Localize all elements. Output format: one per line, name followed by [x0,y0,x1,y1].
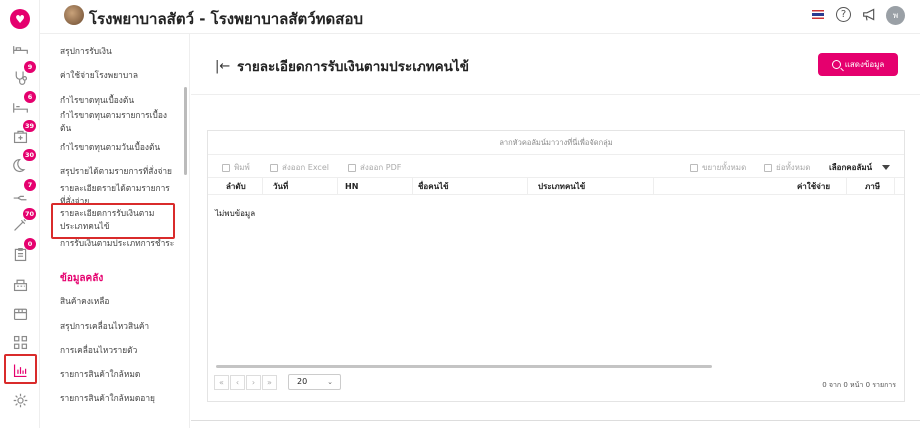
column-header[interactable]: วันที่ [263,178,338,195]
stethoscope-icon[interactable]: 9 [10,61,36,87]
clinic-bed-icon[interactable]: 6 [10,91,36,117]
expand-icon [690,163,698,172]
last-page-button[interactable]: » [262,374,277,390]
choose-columns-button[interactable]: เลือกคอลัมน์ [829,161,891,174]
main-content: |← รายละเอียดการรับเงินตามประเภทคนไข้ แส… [191,34,920,428]
menu-item[interactable]: กำไรขาดทุนตามวันเบื้องต้น [60,141,175,154]
column-header[interactable]: ประเภทคนไข้ [528,178,654,195]
excel-icon [270,163,278,172]
medicine-box-icon[interactable]: 39 [10,120,36,146]
group-drop-area[interactable]: ลากหัวคอลัมน์มาวางที่นี่เพื่อจัดกลุ่ม [208,131,904,155]
clipboard-icon[interactable]: 0 [10,238,36,264]
menu-item[interactable]: สรุปรายได้ตามรายการที่สั่งจ่าย [60,165,175,178]
top-bar: โรงพยาบาลสัตว์ - โรงพยาบาลสัตว์ทดสอบ ? พ [40,0,920,34]
column-header[interactable]: ภาษี [847,178,895,195]
collapse-icon [764,163,772,172]
hand-icon[interactable]: 7 [10,179,36,205]
column-header[interactable]: ชื่อคนไข้ [413,178,528,195]
page-size-value: 20 [297,377,308,386]
print-label: พิมพ์ [234,163,250,172]
rail-badge: 70 [22,208,36,220]
show-data-label: แสดงข้อมูล [844,60,885,69]
prev-page-button[interactable]: ‹ [230,374,245,390]
empty-message: ไม่พบข้อมูล [215,209,256,218]
menu-item[interactable]: รายการสินค้าใกล้หมดอายุ [60,392,175,405]
syringe-icon[interactable]: 70 [10,208,36,234]
bed-icon[interactable] [10,39,30,59]
icon-rail: ♥ 9 6 39 30 7 70 0 [0,0,40,428]
column-header[interactable]: ค่าใช้จ่าย [654,178,847,195]
caret-down-icon [882,165,891,170]
pager: « ‹ › » 20 ⌄ [214,374,341,390]
stock-section-title: ข้อมูลคลัง [60,273,104,284]
pdf-icon [348,163,356,172]
menu-scrollbar[interactable] [184,87,187,175]
collapse-all-label: ย่อทั้งหมด [776,163,811,172]
grid-toolbar: พิมพ์ ส่งออก Excel ส่งออก PDF ขยายทั้งหม… [208,155,904,177]
export-pdf-button[interactable]: ส่งออก PDF [348,161,401,174]
package-icon[interactable] [10,303,30,323]
menu-item[interactable]: สรุปการเคลื่อนไหวสินค้า [60,320,175,333]
page-header: |← รายละเอียดการรับเงินตามประเภทคนไข้ แส… [191,34,920,95]
page-info: 0 จาก 0 หน้า 0 รายการ [822,381,896,389]
menu-item[interactable]: กำไรขาดทุนเบื้องต้น [60,94,175,107]
cash-register-icon[interactable] [10,274,30,294]
chevron-down-icon: ⌄ [327,378,333,386]
rail-badge: 9 [24,61,36,73]
print-button[interactable]: พิมพ์ [222,161,250,174]
back-arrow-icon[interactable]: |← [215,59,230,74]
menu-item[interactable]: สรุปการรับเงิน [60,45,175,58]
expand-all-button[interactable]: ขยายทั้งหมด [690,161,746,174]
rail-badge: 39 [22,120,36,132]
horizontal-scrollbar[interactable] [216,365,712,368]
menu-item[interactable]: สินค้าคงเหลือ [60,295,175,308]
rail-badge: 30 [22,149,36,161]
printer-icon [222,163,230,172]
moon-icon[interactable]: 30 [10,149,36,175]
help-icon[interactable]: ? [836,7,851,22]
settings-icon[interactable] [10,390,30,410]
column-header[interactable]: HN [338,178,413,195]
expand-all-label: ขยายทั้งหมด [702,163,747,172]
table-header: ลำดับ วันที่ HN ชื่อคนไข้ ประเภทคนไข้ ค่… [208,177,904,195]
menu-item[interactable]: รายการสินค้าใกล้หมด [60,368,175,381]
first-page-button[interactable]: « [214,374,229,390]
active-menu-highlight [51,203,175,239]
app-title: โรงพยาบาลสัตว์ - โรงพยาบาลสัตว์ทดสอบ [89,10,363,28]
user-avatar[interactable]: พ [886,6,905,25]
active-rail-highlight [4,354,37,384]
megaphone-icon[interactable] [861,7,878,22]
page-size-select[interactable]: 20 ⌄ [288,374,341,390]
thai-flag-icon[interactable] [812,10,824,19]
data-grid: ลากหัวคอลัมน์มาวางที่นี่เพื่อจัดกลุ่ม พิ… [207,130,905,402]
page-title: รายละเอียดการรับเงินตามประเภทคนไข้ [237,59,469,75]
column-header[interactable]: ลำดับ [208,178,263,195]
menu-item[interactable]: การเคลื่อนไหวรายตัว [60,344,175,357]
rail-badge: 6 [24,91,36,103]
export-pdf-label: ส่งออก PDF [360,163,402,172]
clinic-avatar [64,5,84,25]
export-excel-label: ส่งออก Excel [282,163,329,172]
show-data-button[interactable]: แสดงข้อมูล [818,53,898,76]
rail-badge: 0 [24,238,36,250]
export-excel-button[interactable]: ส่งออก Excel [270,161,329,174]
collapse-all-button[interactable]: ย่อทั้งหมด [764,161,810,174]
apps-grid-icon[interactable] [10,332,30,352]
search-icon [831,60,841,69]
menu-item[interactable]: ค่าใช้จ่ายโรงพยาบาล [60,69,175,82]
rail-badge: 7 [24,179,36,191]
menu-item[interactable]: กำไรขาดทุนตามรายการเบื้องต้น [60,109,175,135]
heart-logo-icon[interactable]: ♥ [10,9,30,29]
footer-divider [191,420,920,428]
next-page-button[interactable]: › [246,374,261,390]
choose-columns-label: เลือกคอลัมน์ [829,163,873,172]
